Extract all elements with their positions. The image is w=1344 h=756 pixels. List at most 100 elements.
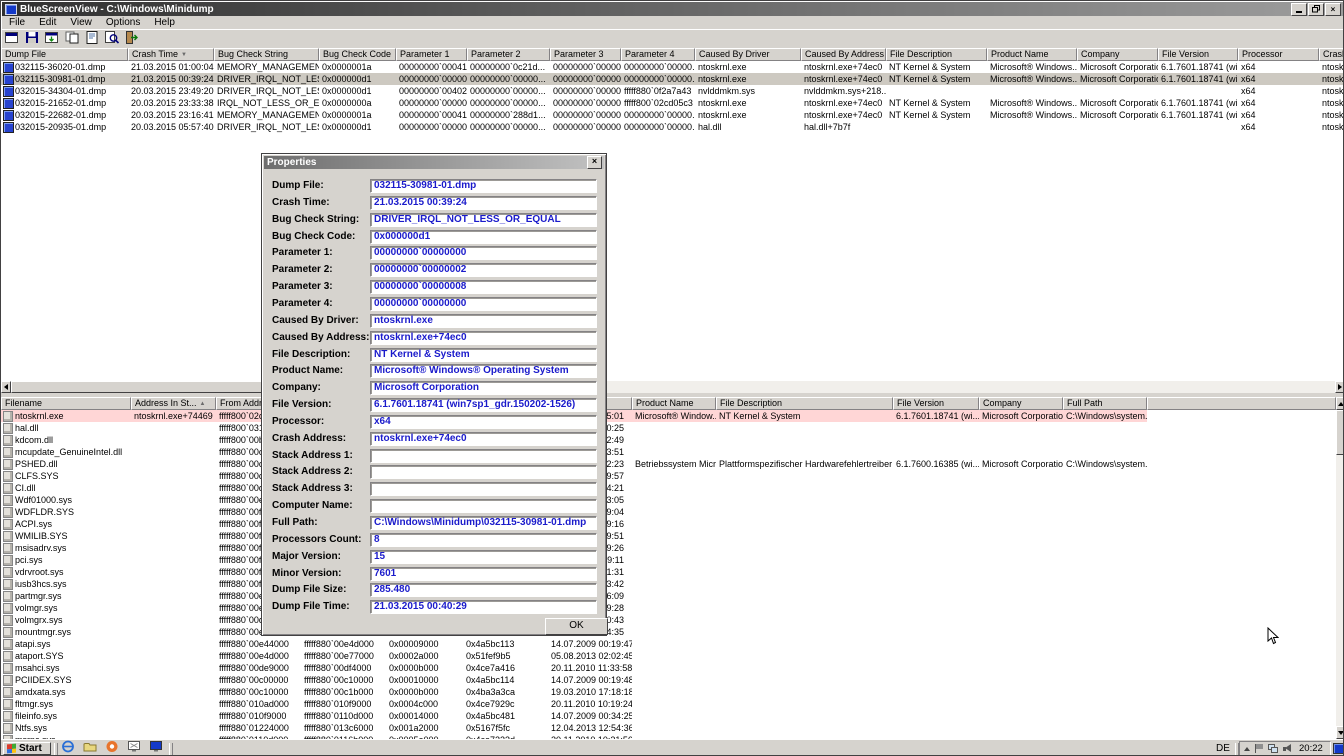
menu-file[interactable]: File — [2, 17, 32, 28]
column-header-crash-address[interactable]: Crash Address — [1319, 48, 1344, 61]
field-value-stack-address-1[interactable] — [370, 449, 597, 463]
field-value-file-description[interactable]: NT Kernel & System — [370, 348, 597, 362]
field-value-caused-by-address[interactable]: ntoskrnl.exe+74ec0 — [370, 331, 597, 345]
desktop-quicklaunch-button[interactable] — [125, 742, 143, 756]
column-header-bug-check-string[interactable]: Bug Check String — [214, 48, 319, 61]
html-report-button[interactable] — [42, 31, 62, 48]
column-header-parameter-2[interactable]: Parameter 2 — [467, 48, 550, 61]
column-header-parameter-3[interactable]: Parameter 3 — [550, 48, 621, 61]
table-row[interactable]: mountmgr.sysfffff880`00e24:35 — [1, 626, 1335, 638]
explorer-folder-quicklaunch-button[interactable] — [81, 742, 99, 756]
field-value-crash-time[interactable]: 21.03.2015 00:39:24 — [370, 196, 597, 210]
column-header-parameter-4[interactable]: Parameter 4 — [621, 48, 695, 61]
close-button[interactable]: × — [1325, 3, 1341, 16]
table-row[interactable]: PCIIDEX.SYSfffff880`00c00000fffff880`00c… — [1, 674, 1335, 686]
scroll-right-button[interactable] — [1335, 381, 1344, 393]
table-row[interactable]: volmgr.sysfffff880`00e19:28 — [1, 602, 1335, 614]
column-header-bug-check-code[interactable]: Bug Check Code — [319, 48, 396, 61]
table-row[interactable]: hal.dllfffff800`031f0:25 — [1, 422, 1335, 434]
table-row[interactable]: 032115-36020-01.dmp21.03.2015 01:00:04ME… — [1, 61, 1344, 73]
scroll-left-button[interactable] — [1, 381, 11, 393]
column-header-crash-time[interactable]: Crash Time▼ — [128, 48, 214, 61]
title-bar[interactable]: BlueScreenView - C:\Windows\Minidump × — [2, 2, 1343, 16]
advanced-options-button[interactable] — [2, 31, 22, 48]
table-row[interactable]: volmgrx.sysfffff880`00d80:43 — [1, 614, 1335, 626]
field-value-minor-version[interactable]: 7601 — [370, 567, 597, 581]
find-button[interactable] — [102, 31, 122, 48]
field-value-parameter-4[interactable]: 00000000`00000000 — [370, 297, 597, 311]
field-value-parameter-3[interactable]: 00000000`00000008 — [370, 280, 597, 294]
network-tray-icon[interactable] — [1268, 744, 1278, 753]
column-header-full-path[interactable]: Full Path — [1063, 397, 1147, 410]
column-header-product-name[interactable]: Product Name — [987, 48, 1077, 61]
column-header-caused-by-address[interactable]: Caused By Address — [801, 48, 886, 61]
table-row[interactable]: PSHED.dllfffff880`00ca2:23Betriebssystem… — [1, 458, 1335, 470]
table-row[interactable]: CLFS.SYSfffff880`00cb9:57 — [1, 470, 1335, 482]
column-header-company[interactable]: Company — [1077, 48, 1158, 61]
volume-icon[interactable] — [1283, 744, 1292, 753]
field-value-dump-file[interactable]: 032115-30981-01.dmp — [370, 179, 597, 193]
column-header-company[interactable]: Company — [979, 397, 1063, 410]
column-header-file-description[interactable]: File Description — [716, 397, 893, 410]
table-row[interactable]: amdxata.sysfffff880`00c10000fffff880`00c… — [1, 686, 1335, 698]
column-header-file-version[interactable]: File Version — [893, 397, 979, 410]
scroll-up-button[interactable] — [1336, 397, 1344, 410]
field-value-company[interactable]: Microsoft Corporation — [370, 381, 597, 395]
table-row[interactable]: ACPI.sysfffff880`00f49:16 — [1, 518, 1335, 530]
ok-button[interactable]: OK — [545, 618, 608, 635]
restore-button[interactable] — [1308, 3, 1324, 16]
field-value-dump-file-time[interactable]: 21.03.2015 00:40:29 — [370, 600, 597, 614]
table-row[interactable]: 032115-30981-01.dmp21.03.2015 00:39:24DR… — [1, 73, 1344, 85]
table-row[interactable]: ataport.SYSfffff880`00e4d000fffff880`00e… — [1, 650, 1335, 662]
menu-edit[interactable]: Edit — [32, 17, 63, 28]
quick-launch-grip[interactable] — [54, 743, 58, 755]
media-player-quicklaunch-button[interactable] — [103, 742, 121, 756]
action-center-flag-icon[interactable] — [1255, 744, 1263, 753]
menu-options[interactable]: Options — [99, 17, 147, 28]
column-header-dump-file[interactable]: Dump File — [1, 48, 128, 61]
table-row[interactable]: vdrvroot.sysfffff880`00fe1:31 — [1, 566, 1335, 578]
save-button[interactable] — [22, 31, 42, 48]
column-header-parameter-1[interactable]: Parameter 1 — [396, 48, 467, 61]
field-value-caused-by-driver[interactable]: ntoskrnl.exe — [370, 314, 597, 328]
table-row[interactable]: Ntfs.sysfffff880`01224000fffff880`013c60… — [1, 722, 1335, 734]
show-desktop-button[interactable] — [1333, 743, 1344, 754]
table-row[interactable]: 032015-34304-01.dmp20.03.2015 23:49:20DR… — [1, 85, 1344, 97]
field-value-crash-address[interactable]: ntoskrnl.exe+74ec0 — [370, 432, 597, 446]
field-value-bug-check-string[interactable]: DRIVER_IRQL_NOT_LESS_OR_EQUAL — [370, 213, 597, 227]
field-value-dump-file-size[interactable]: 285.480 — [370, 583, 597, 597]
minimize-button[interactable] — [1291, 3, 1307, 16]
taskbar-clock[interactable]: 20:22 — [1299, 743, 1323, 754]
top-pane-hscrollbar[interactable] — [1, 381, 1344, 393]
table-row[interactable]: WMILIB.SYSfffff880`00fa9:51 — [1, 530, 1335, 542]
exit-button[interactable] — [122, 31, 142, 48]
table-row[interactable]: fltmgr.sysfffff880`010ad000fffff880`010f… — [1, 698, 1335, 710]
column-header-filename[interactable]: Filename — [1, 397, 131, 410]
table-row[interactable]: Wdf01000.sysfffff880`00e73:05 — [1, 494, 1335, 506]
field-value-stack-address-3[interactable] — [370, 482, 597, 496]
field-value-full-path[interactable]: C:\Windows\Minidump\032115-30981-01.dmp — [370, 516, 597, 530]
start-button[interactable]: Start — [3, 742, 51, 755]
table-row[interactable]: 032015-21652-01.dmp20.03.2015 23:33:38IR… — [1, 97, 1344, 109]
taskbar-grip[interactable] — [169, 743, 173, 755]
table-row[interactable]: CI.dllfffff880`00d14:21 — [1, 482, 1335, 494]
dialog-title-bar[interactable]: Properties × — [264, 156, 604, 169]
field-value-parameter-1[interactable]: 00000000`00000000 — [370, 246, 597, 260]
language-indicator[interactable]: DE — [1213, 743, 1233, 754]
properties-button[interactable] — [82, 31, 102, 48]
vscroll-thumb[interactable] — [1336, 410, 1344, 455]
column-header-processor[interactable]: Processor — [1238, 48, 1319, 61]
column-header-file-version[interactable]: File Version — [1158, 48, 1238, 61]
field-value-processor[interactable]: x64 — [370, 415, 597, 429]
field-value-bug-check-code[interactable]: 0x000000d1 — [370, 230, 597, 244]
field-value-product-name[interactable]: Microsoft® Windows® Operating System — [370, 364, 597, 378]
field-value-processors-count[interactable]: 8 — [370, 533, 597, 547]
bottom-pane-vscrollbar[interactable] — [1336, 397, 1344, 739]
copy-button[interactable] — [62, 31, 82, 48]
menu-view[interactable]: View — [63, 17, 99, 28]
table-row[interactable]: pci.sysfffff880`00fb9:11 — [1, 554, 1335, 566]
field-value-major-version[interactable]: 15 — [370, 550, 597, 564]
table-row[interactable]: iusb3hcs.sysfffff880`00ff3:42 — [1, 578, 1335, 590]
bluescreen-app-quicklaunch-button[interactable] — [147, 742, 165, 756]
field-value-computer-name[interactable] — [370, 499, 597, 513]
